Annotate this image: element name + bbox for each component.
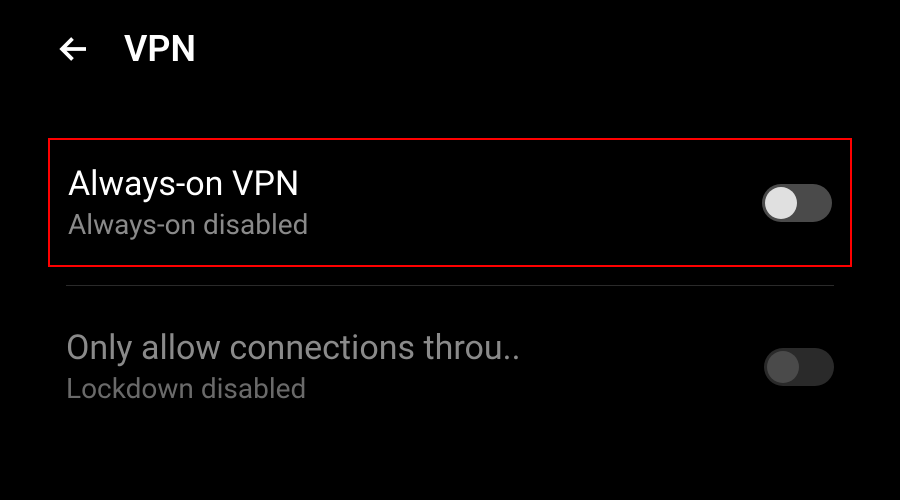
setting-title: Always-on VPN — [68, 164, 742, 204]
setting-lockdown: Only allow connections throu Lockdown di… — [48, 304, 852, 429]
header: VPN — [0, 0, 900, 98]
setting-always-on-vpn[interactable]: Always-on VPN Always-on disabled — [48, 138, 852, 267]
setting-text-block: Always-on VPN Always-on disabled — [68, 164, 742, 241]
toggle-knob — [765, 187, 797, 219]
setting-subtitle: Always-on disabled — [68, 208, 742, 241]
back-arrow-icon[interactable] — [56, 31, 92, 67]
always-on-toggle[interactable] — [762, 184, 832, 222]
settings-list: Always-on VPN Always-on disabled Only al… — [0, 138, 900, 429]
setting-subtitle: Lockdown disabled — [66, 372, 744, 405]
toggle-knob — [767, 351, 799, 383]
divider — [66, 285, 834, 286]
setting-title: Only allow connections throu — [66, 328, 744, 368]
setting-text-block: Only allow connections throu Lockdown di… — [66, 328, 744, 405]
page-title: VPN — [124, 28, 196, 70]
lockdown-toggle — [764, 348, 834, 386]
